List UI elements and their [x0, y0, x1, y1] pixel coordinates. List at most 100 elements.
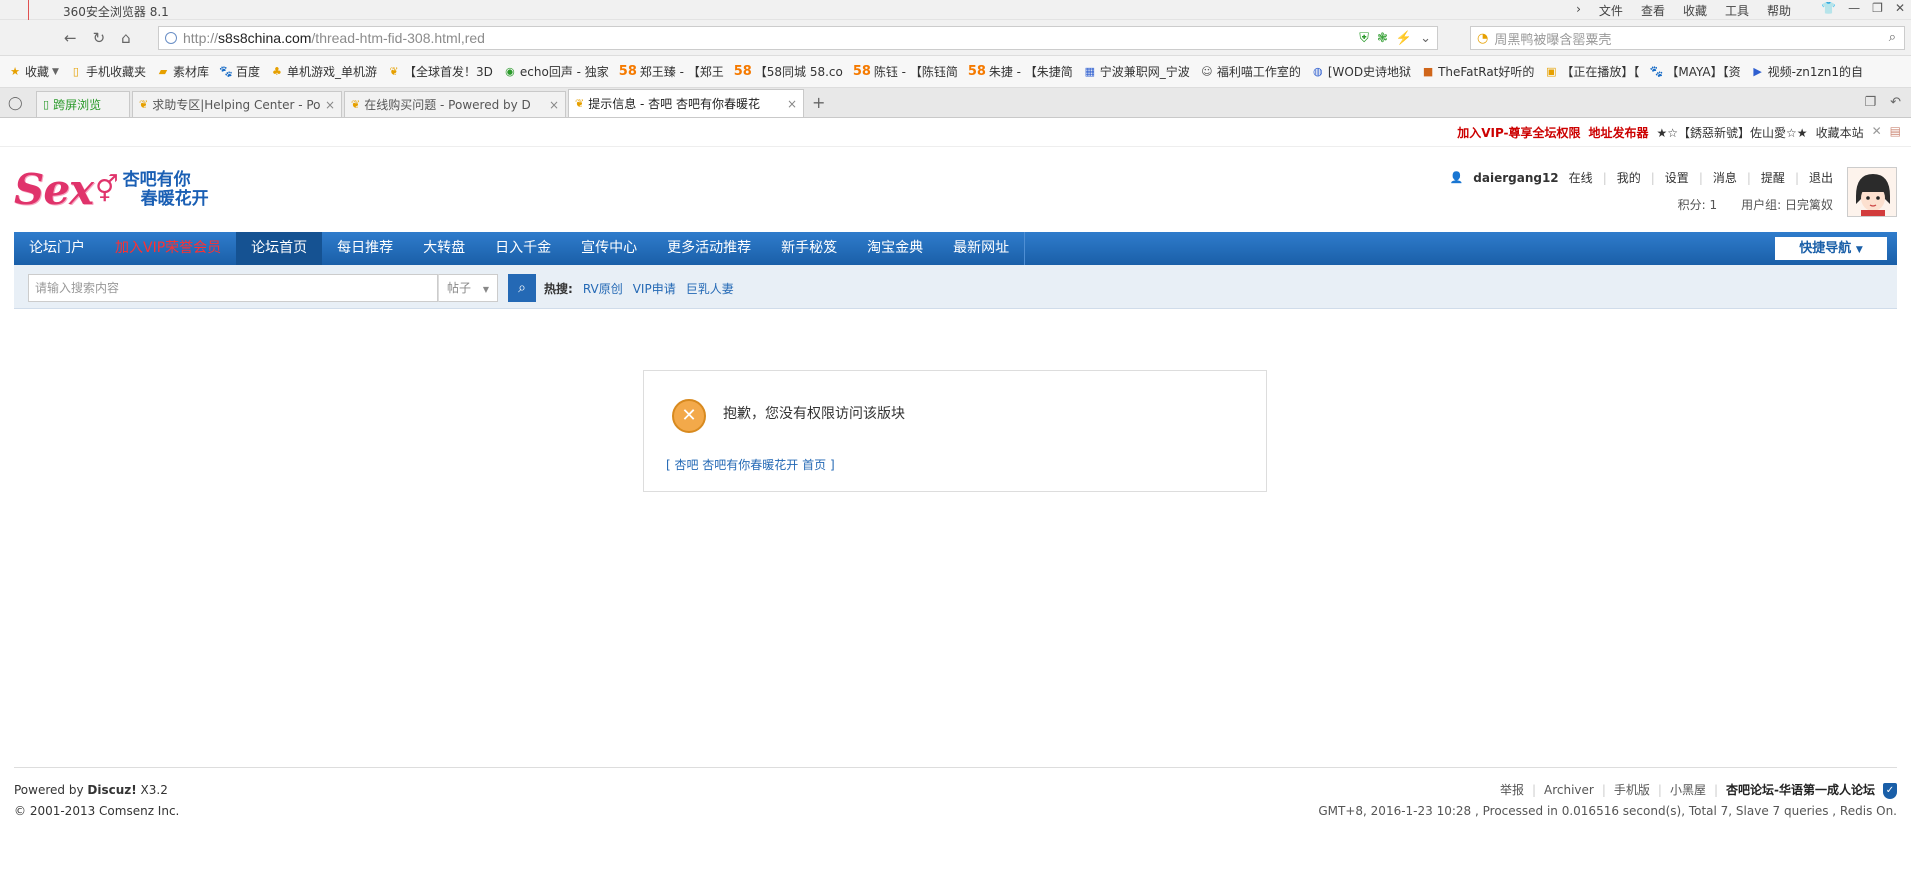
search-button[interactable]: ⌕: [508, 274, 536, 302]
nav-join-vip[interactable]: 加入VIP荣誉会员: [100, 232, 236, 265]
menu-tools[interactable]: 工具: [1725, 2, 1749, 19]
folder-icon: ▰: [158, 65, 168, 78]
username-link[interactable]: daiergang12: [1473, 171, 1558, 185]
tab-list-icon[interactable]: ❐: [1864, 95, 1876, 110]
nav-latest-urls[interactable]: 最新网址: [938, 232, 1026, 265]
nav-taobao[interactable]: 淘宝金典: [852, 232, 938, 265]
bookmark-item[interactable]: ▯ 手机收藏夹: [69, 63, 146, 80]
bookmark-item[interactable]: ◍ [WOD史诗地狱: [1311, 63, 1411, 80]
recycle-icon[interactable]: ❃: [1377, 30, 1388, 46]
settings-icon[interactable]: ▤: [1890, 124, 1901, 141]
mobile-link[interactable]: 手机版: [1614, 780, 1650, 801]
security-shield-icon[interactable]: ✓: [1883, 782, 1897, 799]
search-icon[interactable]: ⌕: [1889, 30, 1896, 45]
bookmark-item[interactable]: ☺ 福利喵工作室的: [1200, 63, 1301, 80]
bookmark-item[interactable]: ▶ 视频-zn1zn1的自: [1751, 63, 1863, 80]
minimize-icon[interactable]: —: [1848, 1, 1860, 15]
bookmark-favorites[interactable]: ★ 收藏 ▼: [8, 63, 59, 80]
bookmark-item[interactable]: 58 【58同城 58.co: [734, 63, 843, 80]
points-link[interactable]: 积分: 1: [1678, 196, 1718, 213]
close-icon[interactable]: ×: [325, 98, 335, 112]
refresh-icon[interactable]: ↻: [93, 29, 106, 47]
featured-link[interactable]: ★☆【銹惡新號】佐山愛☆★: [1657, 124, 1808, 141]
hot-keyword[interactable]: 巨乳人妻: [686, 280, 734, 297]
site-logo[interactable]: Sex ⚥ 杏吧有你 春暖花开: [14, 165, 209, 214]
bookmark-item[interactable]: ♣ 单机游戏_单机游: [270, 63, 377, 80]
browser-search-field[interactable]: ◔ 周黑鸭被曝含罂粟壳 ⌕: [1470, 26, 1905, 50]
lightning-icon[interactable]: ⚡: [1396, 30, 1412, 46]
bookmark-label: 【正在播放】【: [1561, 65, 1640, 79]
menu-help[interactable]: 帮助: [1767, 2, 1791, 19]
settings-link[interactable]: 设置: [1665, 169, 1689, 186]
tab-helping-center[interactable]: ❦ 求助专区|Helping Center - Po ×: [132, 91, 342, 117]
new-tab-icon[interactable]: +: [812, 93, 825, 112]
blacklist-link[interactable]: 小黑屋: [1670, 780, 1706, 801]
restore-tabs-icon[interactable]: ◯: [8, 96, 23, 111]
search-input[interactable]: 请输入搜索内容: [28, 274, 438, 302]
nav-daily-gold[interactable]: 日入千金: [480, 232, 566, 265]
nav-portal[interactable]: 论坛门户: [14, 232, 100, 265]
close-icon[interactable]: ×: [549, 98, 559, 112]
undo-close-icon[interactable]: ↶: [1890, 95, 1901, 110]
menu-file[interactable]: 文件: [1599, 2, 1623, 19]
bookmark-item[interactable]: ■ TheFatRat好听的: [1421, 63, 1535, 80]
bookmark-item[interactable]: 58 朱捷 - 【朱捷简: [968, 63, 1073, 80]
nav-more-events[interactable]: 更多活动推荐: [652, 232, 766, 265]
globe-icon: [165, 32, 177, 44]
bookmark-item[interactable]: ❦ 【全球首发！3D: [387, 63, 493, 80]
hot-keyword[interactable]: RV原创: [583, 280, 623, 297]
home-link[interactable]: [ 杏吧 杏吧有你春暖花开 首页 ]: [666, 456, 835, 473]
bookmark-site-link[interactable]: 收藏本站: [1816, 124, 1864, 141]
menu-chevron-icon[interactable]: ›: [1576, 2, 1581, 19]
bookmark-item[interactable]: 🐾 百度: [219, 63, 260, 80]
nav-forum-home[interactable]: 论坛首页: [236, 232, 323, 265]
menu-view[interactable]: 查看: [1641, 2, 1665, 19]
close-icon[interactable]: ✕: [1872, 124, 1882, 141]
nav-daily-picks[interactable]: 每日推荐: [322, 232, 408, 265]
messages-link[interactable]: 消息: [1713, 169, 1737, 186]
archiver-link[interactable]: Archiver: [1544, 780, 1594, 801]
dropdown-icon[interactable]: ⌄: [1420, 30, 1431, 46]
bookmark-item[interactable]: ▣ 【正在播放】【: [1544, 63, 1639, 80]
notifications-link[interactable]: 提醒: [1761, 169, 1785, 186]
skin-icon[interactable]: 👕: [1821, 1, 1836, 15]
bookmark-item[interactable]: 58 陈钰 - 【陈钰简: [853, 63, 958, 80]
logout-link[interactable]: 退出: [1809, 169, 1833, 186]
tab-notice-active[interactable]: ❦ 提示信息 - 杏吧 杏吧有你春暖花 ×: [568, 89, 804, 117]
bookmark-item[interactable]: ▦ 宁波兼职网_宁波: [1083, 63, 1190, 80]
tab-cross-screen[interactable]: ▯ 跨屏浏览: [36, 91, 130, 117]
quick-nav-button[interactable]: 快捷导航 ▼: [1775, 237, 1887, 260]
url-field[interactable]: http:// s8s8china.com /thread-htm-fid-30…: [158, 26, 1438, 50]
bookmark-item[interactable]: 58 郑王臻 - 【郑王: [619, 63, 724, 80]
cat-icon: ☺: [1201, 65, 1213, 78]
tab-online-purchase[interactable]: ❦ 在线购买问题 - Powered by D ×: [344, 91, 566, 117]
menu-favorites[interactable]: 收藏: [1683, 2, 1707, 19]
bookmark-item[interactable]: 🐾 【MAYA】【资: [1649, 63, 1741, 80]
discuz-link[interactable]: Discuz!: [87, 783, 136, 797]
address-publisher-link[interactable]: 地址发布器: [1589, 124, 1649, 141]
nav-newbie-guide[interactable]: 新手秘笈: [766, 232, 852, 265]
phone-icon: ▯: [72, 65, 79, 78]
close-icon[interactable]: ×: [787, 97, 797, 111]
bookmark-label: 【58同城 58.co: [754, 65, 843, 79]
join-vip-link[interactable]: 加入VIP-尊享全坛权限: [1457, 124, 1580, 141]
hot-keyword[interactable]: VIP申请: [633, 280, 676, 297]
close-icon[interactable]: ✕: [1895, 1, 1905, 15]
bookmark-label: 收藏: [25, 65, 50, 79]
report-link[interactable]: 举报: [1500, 780, 1524, 801]
main-nav: 论坛门户 加入VIP荣誉会员 论坛首页 每日推荐 大转盘 日入千金 宣传中心 更…: [14, 232, 1897, 265]
usergroup-link[interactable]: 用户组: 日完篱奴: [1741, 196, 1833, 213]
nav-lucky-wheel[interactable]: 大转盘: [408, 232, 480, 265]
back-icon[interactable]: ←: [64, 29, 77, 47]
bookmark-item[interactable]: ▰ 素材库: [156, 63, 209, 80]
my-menu-link[interactable]: 我的: [1617, 169, 1641, 186]
bookmark-item[interactable]: ◉ echo回声 - 独家: [503, 63, 609, 80]
avatar[interactable]: [1847, 167, 1897, 217]
home-icon[interactable]: ⌂: [121, 29, 131, 47]
bookmark-label: 【MAYA】【资: [1666, 65, 1741, 79]
maximize-icon[interactable]: ❐: [1872, 1, 1883, 15]
search-type-select[interactable]: 帖子 ▼: [438, 274, 498, 302]
site-name-link[interactable]: 杏吧论坛-华语第一成人论坛: [1726, 780, 1875, 801]
nav-promotion[interactable]: 宣传中心: [566, 232, 652, 265]
shield-icon[interactable]: ⛨: [1359, 30, 1369, 46]
